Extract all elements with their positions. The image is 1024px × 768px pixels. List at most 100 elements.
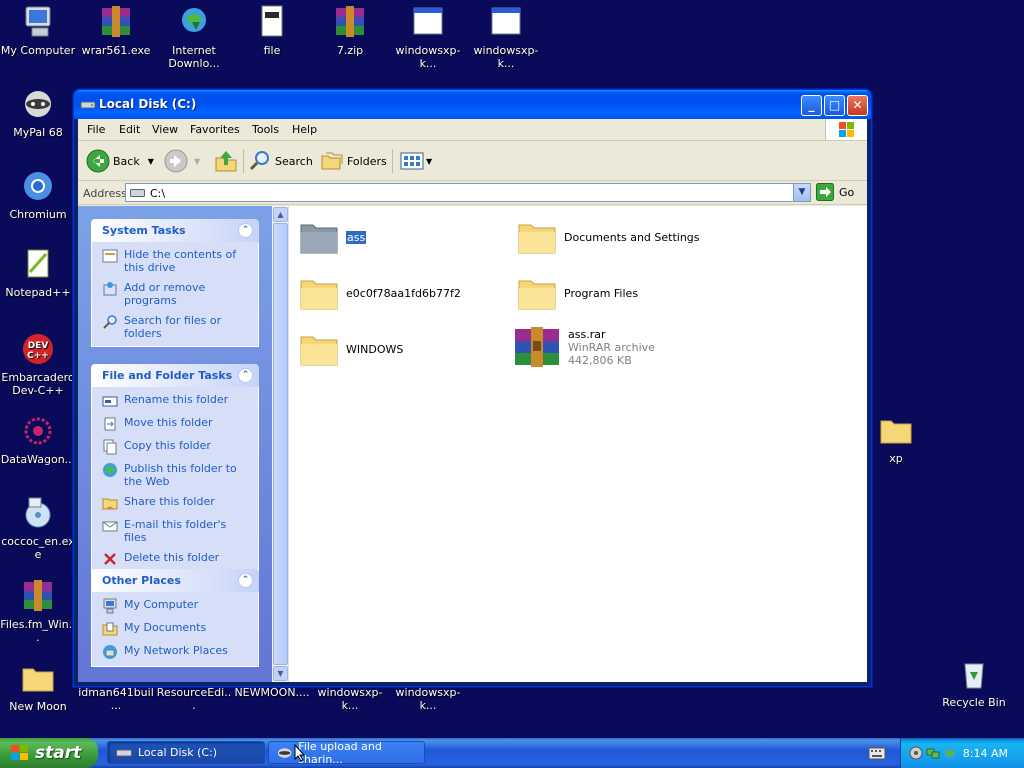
- taskbar-button-file-upload[interactable]: File upload and sharin...: [268, 740, 425, 766]
- forward-arrow-icon: [164, 149, 188, 173]
- desktop-icon-filesfm[interactable]: Files.fm_Win...: [0, 578, 76, 644]
- menu-help[interactable]: Help: [292, 123, 317, 136]
- task-share-folder[interactable]: Share this folder: [102, 495, 252, 511]
- globe-icon: [103, 463, 117, 477]
- back-label: Back: [113, 154, 140, 168]
- desktop-icon-recycle-bin[interactable]: Recycle Bin: [936, 656, 1012, 709]
- folders-button[interactable]: Folders: [320, 149, 387, 173]
- task-pane: System Tasks ⌃ Hide the contents of this…: [78, 206, 272, 682]
- scroll-up-icon[interactable]: ▲: [273, 207, 288, 222]
- folder-icon: [518, 224, 556, 254]
- winrar-icon: [102, 6, 130, 37]
- desktop-icon-7zip[interactable]: 7.zip: [312, 4, 388, 57]
- desktop-icon-datawagon[interactable]: DataWagon...: [0, 413, 76, 466]
- start-button[interactable]: start: [0, 738, 98, 768]
- explorer-window[interactable]: Local Disk (C:) _ □ ✕ File Edit View Fav…: [73, 89, 872, 687]
- task-add-remove-programs[interactable]: Add or remove programs: [102, 281, 252, 307]
- views-dropdown-icon[interactable]: ▼: [426, 157, 432, 166]
- menu-tools[interactable]: Tools: [252, 123, 279, 136]
- window-title: Local Disk (C:): [99, 97, 197, 111]
- desktop-icon-coccoc[interactable]: coccoc_en.exe: [0, 495, 76, 561]
- desktop-icon-wrar561[interactable]: wrar561.exe: [78, 4, 154, 57]
- task-rename-folder[interactable]: Rename this folder: [102, 393, 252, 409]
- desktop-icon-windowsxp-2[interactable]: windowsxp-k...: [468, 4, 544, 70]
- up-folder-button[interactable]: [214, 149, 238, 173]
- keyboard-icon[interactable]: [868, 745, 886, 761]
- raccoon-browser-icon: [25, 91, 51, 117]
- menu-bar: File Edit View Favorites Tools Help: [78, 119, 867, 141]
- desktop-icon-idman[interactable]: idman641buil...: [78, 686, 154, 712]
- minimize-button[interactable]: _: [801, 95, 822, 116]
- scroll-down-icon[interactable]: ▼: [273, 666, 288, 681]
- place-my-documents[interactable]: My Documents: [102, 621, 252, 637]
- task-copy-folder[interactable]: Copy this folder: [102, 439, 252, 455]
- task-delete-folder[interactable]: Delete this folder: [102, 551, 252, 567]
- back-button[interactable]: Back ▼: [86, 149, 154, 173]
- views-button[interactable]: ▼: [400, 151, 432, 171]
- task-search-files[interactable]: Search for files or folders: [102, 314, 252, 340]
- desktop-icon-mypal[interactable]: MyPal 68: [0, 86, 76, 139]
- maximize-button[interactable]: □: [824, 95, 845, 116]
- go-arrow-icon: [816, 183, 834, 201]
- folder-icon: [22, 668, 54, 692]
- scroll-thumb[interactable]: [273, 223, 288, 665]
- forward-button[interactable]: ▼: [164, 149, 200, 173]
- task-email-files[interactable]: E-mail this folder's files: [102, 518, 252, 544]
- desktop-icon-resourceedi[interactable]: ResourceEdi...: [156, 686, 232, 712]
- system-tasks-body: Hide the contents of this drive Add or r…: [91, 242, 259, 347]
- network-icon[interactable]: [926, 746, 940, 760]
- file-item-e0c0-folder[interactable]: e0c0f78aa1fd6b77f2: [299, 275, 461, 311]
- desktop-icon-internet-download[interactable]: Internet Downlo...: [156, 4, 232, 70]
- collapse-chevron-icon[interactable]: ⌃: [238, 368, 253, 383]
- globe-icon[interactable]: [943, 746, 957, 760]
- forward-dropdown-icon[interactable]: ▼: [194, 157, 200, 166]
- collapse-chevron-icon[interactable]: ⌃: [238, 223, 253, 238]
- back-dropdown-icon[interactable]: ▼: [148, 157, 154, 166]
- address-dropdown-icon[interactable]: ▼: [793, 184, 810, 201]
- go-button[interactable]: Go: [816, 183, 854, 201]
- taskbar-button-local-disk[interactable]: Local Disk (C:): [107, 741, 265, 764]
- search-button[interactable]: Search: [248, 149, 313, 173]
- file-item-ass-folder[interactable]: ass: [299, 219, 367, 255]
- window-titlebar[interactable]: Local Disk (C:) _ □ ✕: [74, 90, 871, 119]
- drive-icon: [130, 189, 145, 197]
- desktop-icon-newmoon-2[interactable]: NEWMOON....: [234, 686, 310, 699]
- desktop-icon-new-moon[interactable]: New Moon: [0, 660, 76, 713]
- place-my-computer[interactable]: My Computer: [102, 598, 252, 614]
- windows-flag-icon: [839, 122, 854, 137]
- menu-view[interactable]: View: [152, 123, 178, 136]
- file-item-program-files[interactable]: Program Files: [517, 275, 638, 311]
- file-item-documents-and-settings[interactable]: Documents and Settings: [517, 219, 700, 255]
- network-places-icon: [103, 645, 117, 659]
- vertical-scrollbar[interactable]: ▲ ▼: [272, 206, 289, 682]
- file-folder-tasks-header[interactable]: File and Folder Tasks ⌃: [91, 364, 259, 387]
- file-view[interactable]: ▲ ▼ ass Documents and Settings e0c0f78aa…: [272, 206, 867, 682]
- desktop-icon-chromium[interactable]: Chromium: [0, 168, 76, 221]
- desktop-icon-devcpp[interactable]: DEV C++ Embarcadero Dev-C++: [0, 331, 76, 397]
- clock[interactable]: 8:14 AM: [963, 747, 1008, 760]
- close-button[interactable]: ✕: [847, 95, 868, 116]
- place-my-network-places[interactable]: My Network Places: [102, 644, 252, 660]
- task-publish-web[interactable]: Publish this folder to the Web: [102, 462, 252, 488]
- desktop-icon-file[interactable]: file: [234, 4, 310, 57]
- other-places-header[interactable]: Other Places ⌃: [91, 569, 259, 592]
- collapse-chevron-icon[interactable]: ⌃: [238, 573, 253, 588]
- system-tasks-header[interactable]: System Tasks ⌃: [91, 219, 259, 242]
- menu-edit[interactable]: Edit: [119, 123, 140, 136]
- file-item-ass-rar[interactable]: ass.rar WinRAR archive 442,806 KB: [513, 325, 655, 369]
- file-item-windows[interactable]: WINDOWS: [299, 331, 403, 367]
- menu-file[interactable]: File: [87, 123, 105, 136]
- desktop-icon-windowsxp-1[interactable]: windowsxp-k...: [390, 4, 466, 70]
- desktop-icon-my-computer[interactable]: My Computer: [0, 4, 76, 57]
- security-shield-icon[interactable]: [909, 746, 923, 760]
- text-file-icon: [261, 5, 283, 37]
- desktop-icon-windowsxp-4[interactable]: windowsxp-k...: [390, 686, 466, 712]
- desktop-icon-windowsxp-3[interactable]: windowsxp-k...: [312, 686, 388, 712]
- address-input[interactable]: C:\ ▼: [125, 183, 811, 202]
- task-hide-drive-contents[interactable]: Hide the contents of this drive: [102, 248, 252, 274]
- toolbar: Back ▼ ▼ Search Folders ▼: [78, 141, 867, 181]
- back-arrow-icon: [86, 149, 110, 173]
- desktop-icon-notepadpp[interactable]: Notepad++: [0, 246, 76, 299]
- task-move-folder[interactable]: Move this folder: [102, 416, 252, 432]
- menu-favorites[interactable]: Favorites: [190, 123, 240, 136]
